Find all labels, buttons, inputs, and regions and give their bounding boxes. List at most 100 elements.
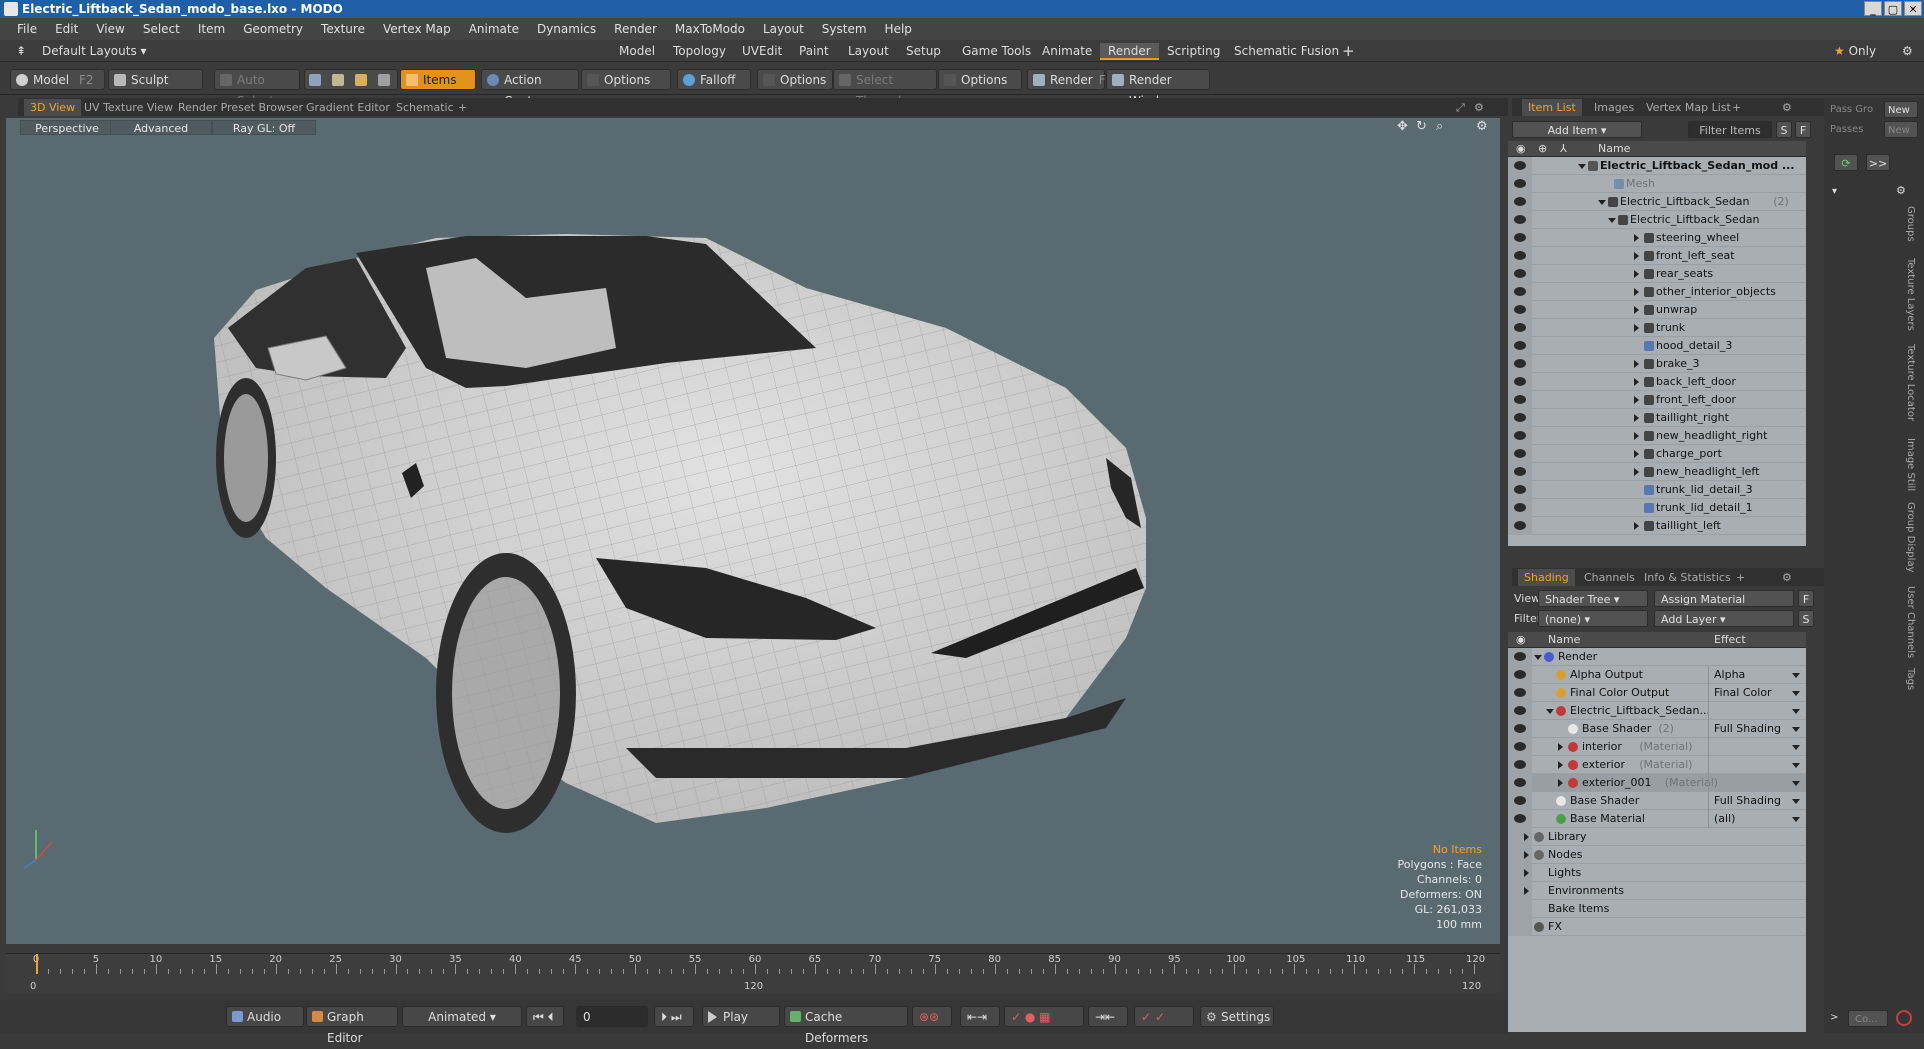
panel-gear-icon[interactable]: ⚙ bbox=[1776, 99, 1798, 116]
shader-tree-row[interactable]: exterior (Material) bbox=[1508, 756, 1806, 774]
visibility-toggle[interactable] bbox=[1508, 774, 1532, 792]
shader-tree[interactable]: Render Alpha Output Alpha Final Color Outpu… bbox=[1508, 648, 1806, 1032]
expand-arrow-icon[interactable] bbox=[1634, 270, 1639, 278]
tab-shading[interactable]: Shading bbox=[1518, 569, 1575, 586]
only-toggle[interactable]: ★ Only bbox=[1826, 43, 1884, 60]
menu-animate[interactable]: Animate bbox=[460, 22, 528, 36]
effect-dropdown-icon[interactable] bbox=[1792, 763, 1800, 768]
effect-dropdown-icon[interactable] bbox=[1792, 817, 1800, 822]
menu-item[interactable]: Item bbox=[189, 22, 234, 36]
expand-arrow-icon[interactable] bbox=[1634, 288, 1639, 296]
timeline-playhead[interactable] bbox=[36, 954, 38, 974]
tab-schematic-fusion[interactable]: Schematic Fusion bbox=[1226, 43, 1347, 60]
3d-viewport[interactable]: Perspective Advanced Ray GL: Off ✥ ↻ ⌕ ⚙ bbox=[6, 118, 1500, 944]
item-list-row[interactable]: steering_wheel bbox=[1508, 229, 1806, 247]
visibility-toggle[interactable] bbox=[1508, 337, 1532, 355]
auto-select-button[interactable]: Auto Select bbox=[214, 69, 300, 108]
expand-arrow-icon[interactable] bbox=[1634, 450, 1639, 458]
menu-file[interactable]: File bbox=[8, 22, 46, 36]
shader-tree-row[interactable]: interior (Material) bbox=[1508, 738, 1806, 756]
add-viewport-tab-icon[interactable]: + bbox=[452, 99, 473, 116]
side-tab-image-still[interactable]: Image Still bbox=[1900, 438, 1916, 491]
visibility-toggle[interactable] bbox=[1508, 319, 1532, 337]
tab-scripting[interactable]: Scripting bbox=[1159, 43, 1228, 60]
visibility-toggle[interactable] bbox=[1508, 373, 1532, 391]
item-list[interactable]: Electric_Liftback_Sedan_mod ... Mesh Elect… bbox=[1508, 157, 1806, 546]
item-list-row[interactable]: trunk bbox=[1508, 319, 1806, 337]
effect-dropdown-icon[interactable] bbox=[1792, 709, 1800, 714]
tab-render-preset-browser[interactable]: Render Preset Browser bbox=[172, 99, 309, 116]
action-center-button[interactable]: Action Center bbox=[481, 69, 579, 108]
polygons-mode-icon[interactable] bbox=[355, 74, 367, 86]
expand-arrow-icon[interactable] bbox=[1634, 396, 1639, 404]
item-list-row[interactable]: back_left_door bbox=[1508, 373, 1806, 391]
expand-arrow-icon[interactable] bbox=[1534, 655, 1542, 660]
tab-paint[interactable]: Paint bbox=[791, 43, 837, 60]
shading-gear-icon[interactable]: ⚙ bbox=[1776, 569, 1798, 586]
viewport-gear-icon[interactable]: ⚙ bbox=[1468, 99, 1490, 116]
co-button[interactable]: Co... bbox=[1848, 1010, 1888, 1027]
expand-arrow-icon[interactable] bbox=[1578, 164, 1586, 169]
visibility-toggle[interactable] bbox=[1508, 517, 1532, 535]
items-mode-button[interactable]: Items bbox=[400, 69, 476, 90]
visibility-toggle[interactable] bbox=[1508, 756, 1532, 774]
shading-f-button[interactable]: F bbox=[1798, 590, 1814, 607]
play-button[interactable]: Play bbox=[702, 1006, 780, 1027]
menu-texture[interactable]: Texture bbox=[312, 22, 374, 36]
effect-dropdown-icon[interactable] bbox=[1792, 781, 1800, 786]
expand-arrow-icon[interactable]: > bbox=[1830, 1012, 1838, 1023]
add-layer-dropdown[interactable]: Add Layer ▾ bbox=[1654, 610, 1794, 627]
tab-info-statistics[interactable]: Info & Statistics bbox=[1638, 569, 1737, 586]
effect-dropdown-icon[interactable] bbox=[1792, 745, 1800, 750]
item-list-row[interactable]: taillight_left bbox=[1508, 517, 1806, 535]
expand-arrow-icon[interactable] bbox=[1558, 761, 1563, 769]
effect-dropdown-icon[interactable] bbox=[1792, 799, 1800, 804]
expand-arrow-icon[interactable] bbox=[1598, 200, 1606, 205]
item-list-row[interactable]: rear_seats bbox=[1508, 265, 1806, 283]
item-list-row[interactable]: trunk_lid_detail_1 bbox=[1508, 499, 1806, 517]
shader-tree-row[interactable]: Base Material (all) bbox=[1508, 810, 1806, 828]
visibility-toggle[interactable] bbox=[1508, 792, 1532, 810]
visibility-toggle[interactable] bbox=[1508, 175, 1532, 193]
shader-tree-row[interactable]: Alpha Output Alpha bbox=[1508, 666, 1806, 684]
visibility-toggle[interactable] bbox=[1508, 409, 1532, 427]
assign-material-button[interactable]: Assign Material bbox=[1654, 590, 1794, 607]
audio-button[interactable]: Audio bbox=[226, 1006, 304, 1027]
item-list-row[interactable]: taillight_right bbox=[1508, 409, 1806, 427]
edges-mode-icon[interactable] bbox=[332, 74, 344, 86]
expand-arrow-icon[interactable] bbox=[1634, 234, 1639, 242]
side-tab-texture-locator[interactable]: Texture Locator bbox=[1900, 344, 1916, 421]
filter-dropdown[interactable]: (none) ▾ bbox=[1538, 610, 1648, 627]
shader-tree-row[interactable]: Electric_Liftback_Sedan... bbox=[1508, 702, 1806, 720]
visibility-toggle[interactable] bbox=[1508, 283, 1532, 301]
key-jump-icon[interactable]: ⇥⇤ bbox=[1088, 1006, 1128, 1027]
maximize-button[interactable]: ▢ bbox=[1884, 1, 1902, 16]
expand-arrow-icon[interactable] bbox=[1634, 432, 1639, 440]
shader-tree-dropdown[interactable]: Shader Tree ▾ bbox=[1538, 590, 1648, 607]
item-list-row[interactable]: Mesh bbox=[1508, 175, 1806, 193]
forward-icon[interactable]: >> bbox=[1866, 154, 1890, 171]
visibility-toggle[interactable] bbox=[1508, 355, 1532, 373]
visibility-toggle[interactable] bbox=[1508, 157, 1532, 175]
expand-arrow-icon[interactable] bbox=[1546, 709, 1554, 714]
visibility-toggle[interactable] bbox=[1508, 229, 1532, 247]
item-list-row[interactable]: Electric_Liftback_Sedan bbox=[1508, 211, 1806, 229]
visibility-toggle[interactable] bbox=[1508, 463, 1532, 481]
effect-dropdown-icon[interactable] bbox=[1792, 727, 1800, 732]
tab-game-tools[interactable]: Game Tools bbox=[954, 43, 1039, 60]
action-center-options-button[interactable]: Options bbox=[581, 69, 671, 90]
visibility-toggle[interactable] bbox=[1508, 499, 1532, 517]
expand-arrow-icon[interactable] bbox=[1634, 414, 1639, 422]
menu-edit[interactable]: Edit bbox=[46, 22, 87, 36]
close-button[interactable]: ✕ bbox=[1904, 1, 1922, 16]
expand-arrow-icon[interactable] bbox=[1524, 851, 1529, 859]
side-tab-tags[interactable]: Tags bbox=[1900, 668, 1916, 690]
skip-start-icon[interactable]: ⏮ ⏴ bbox=[526, 1006, 564, 1027]
tab-item-list[interactable]: Item List bbox=[1522, 99, 1582, 116]
visibility-toggle[interactable] bbox=[1508, 211, 1532, 229]
expand-arrow-icon[interactable] bbox=[1558, 743, 1563, 751]
expand-arrow-icon[interactable] bbox=[1634, 468, 1639, 476]
shader-tree-row[interactable]: exterior_001 (Material) bbox=[1508, 774, 1806, 792]
keyframe-tools-icon[interactable]: ✓ ● ▦ bbox=[1004, 1006, 1084, 1027]
expand-arrow-icon[interactable] bbox=[1524, 833, 1529, 841]
